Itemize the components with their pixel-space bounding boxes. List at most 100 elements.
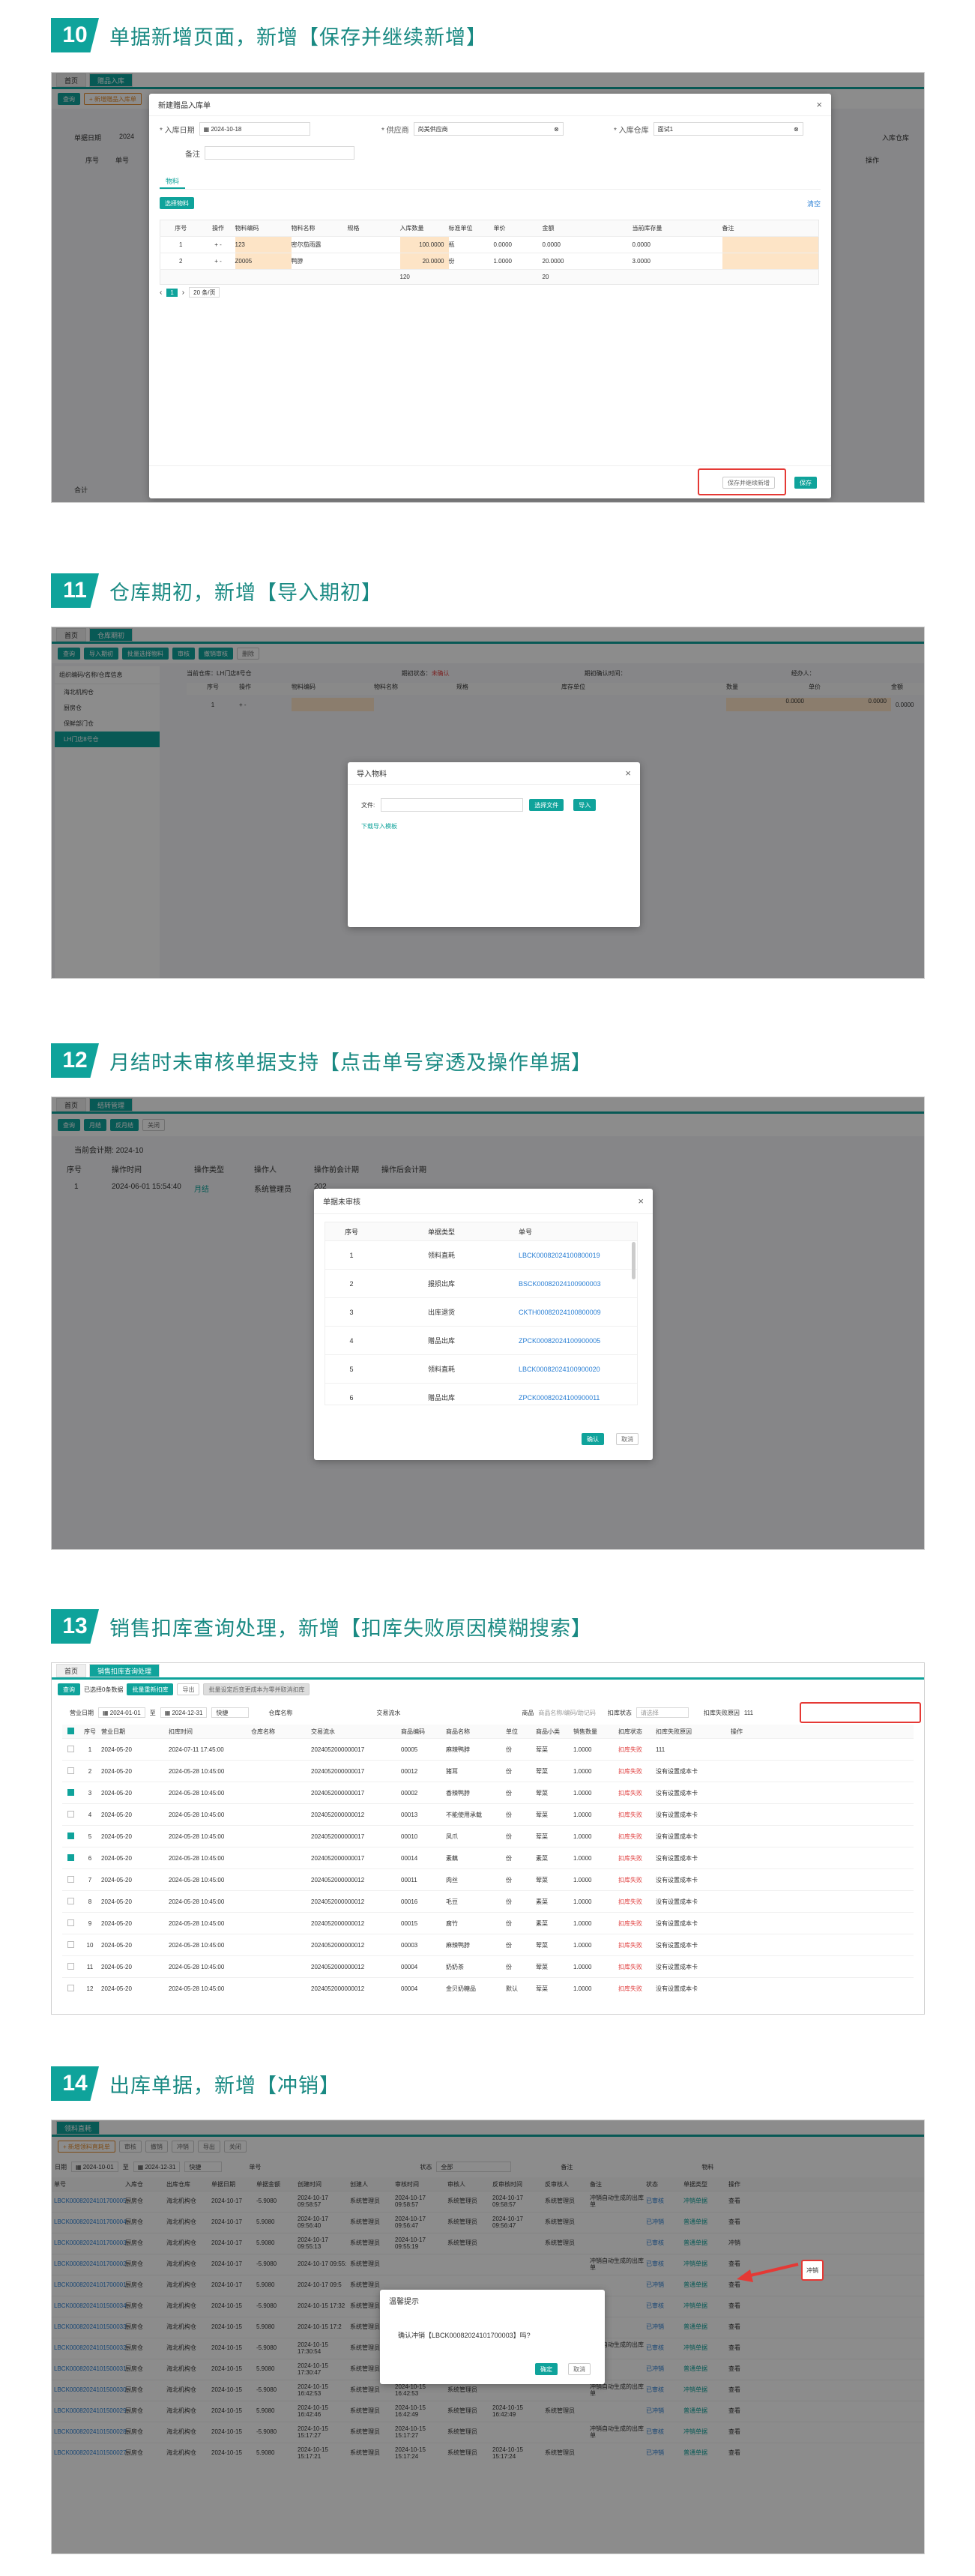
clear-icon[interactable]: ⊗	[794, 126, 799, 133]
cell: 1.0000	[573, 1811, 592, 1818]
query-button[interactable]: 查询	[58, 1683, 80, 1695]
cell: 3	[88, 1789, 92, 1797]
cell: 赠品出库	[427, 1394, 455, 1402]
date-field-group: * 入库日期 ▦ 2024-10-18	[160, 122, 310, 136]
row-checkbox[interactable]	[62, 1962, 79, 1971]
cell[interactable]: 100.0000	[399, 236, 449, 253]
cell[interactable]: 20.0000	[399, 253, 449, 270]
section-title: 销售扣库查询处理，新增【扣库失败原因模糊搜索】	[109, 1617, 592, 1641]
supplier-select[interactable]: 尚美供应商 ⊗	[413, 122, 564, 136]
row-checkbox[interactable]	[62, 1940, 79, 1949]
write-off-row-button[interactable]: 冲销	[801, 2260, 824, 2281]
row-checkbox[interactable]	[62, 1919, 79, 1928]
cell: 没有设置成本卡	[656, 1963, 698, 1970]
table-row: 9 2024-05-20 2024-05-28 10:45:00 2024052000…	[62, 1912, 914, 1934]
prev-page-icon[interactable]: ‹	[160, 289, 162, 297]
reason-input[interactable]: 111	[744, 1710, 797, 1716]
status-select[interactable]: 请选择	[636, 1707, 689, 1718]
row-checkbox[interactable]	[62, 1810, 79, 1819]
import-button[interactable]: 导入	[573, 799, 597, 811]
row-checkbox[interactable]	[62, 1853, 79, 1862]
cell: 2024-05-28 10:45:00	[169, 1985, 225, 1992]
tab-home[interactable]: 首页	[56, 1664, 87, 1677]
download-template-link[interactable]: 下载导入模板	[361, 822, 397, 830]
warehouse-select[interactable]: 面试1 ⊗	[653, 122, 803, 136]
close-icon[interactable]: ×	[638, 1195, 644, 1207]
supplier-label: * 供应商	[381, 126, 409, 135]
save-button[interactable]: 保存	[794, 477, 817, 489]
doc-no-link[interactable]: ZPCK00082024100900005	[505, 1337, 600, 1345]
remark-input[interactable]	[205, 146, 354, 160]
row-checkbox[interactable]	[62, 1897, 79, 1906]
calendar-icon: ▦	[164, 1709, 172, 1716]
cell: 荤菜	[536, 1789, 548, 1797]
cell: 奶奶茶	[446, 1963, 464, 1970]
date-from-input[interactable]: ▦ 2024-01-01	[98, 1707, 145, 1718]
row-checkbox[interactable]	[62, 1788, 79, 1797]
cell: 1.0000	[573, 1919, 592, 1927]
date-input[interactable]: ▦ 2024-10-18	[199, 122, 310, 136]
row-ops[interactable]: + -	[202, 253, 235, 270]
doc-no-link[interactable]: BSCK00082024100900003	[505, 1280, 601, 1288]
screenshot-13: 首页 销售扣库查询处理 查询 已选择0条数据 批量重新扣库 导出 批量设定后变更…	[51, 1662, 925, 2015]
cell: 2024052000000017	[311, 1833, 365, 1840]
row-checkbox[interactable]	[62, 1832, 79, 1841]
range-separator: 至	[149, 1709, 156, 1716]
clear-link[interactable]: 清空	[807, 199, 821, 208]
select-material-button[interactable]: 选择物料	[160, 197, 194, 209]
doc-no-link[interactable]: ZPCK00082024100900011	[505, 1394, 600, 1402]
close-icon[interactable]: ×	[625, 767, 631, 779]
new-gift-in-modal: 新建赠品入库单 × * 入库日期 ▦ 2024-10-18 * 供应商 尚美供应…	[149, 94, 831, 498]
table-row: 2 + - Z0005 鸭脖 20.0000 份 1.0000 20.0000 3.0000	[160, 253, 819, 270]
col-header: 单位	[506, 1728, 518, 1735]
row-checkbox[interactable]	[62, 1984, 79, 1993]
file-row: 文件: 选择文件 导入	[361, 798, 600, 812]
cell: 2024-05-28 10:45:00	[169, 1898, 225, 1905]
col-header: 物料编码	[235, 225, 259, 232]
cancel-button[interactable]: 取消	[568, 2363, 591, 2375]
row-ops[interactable]: + -	[202, 237, 235, 253]
page-size-select[interactable]: 20 条/页	[189, 287, 220, 298]
batch-zero-cost-button[interactable]: 批量设定后变更成本为零并取消扣库	[203, 1683, 310, 1695]
doc-no-link[interactable]: LBCK00082024100800019	[505, 1252, 600, 1259]
cell: 麻辣鸭脖	[446, 1941, 470, 1949]
modal-message: 确认冲销【LBCK00082024101700003】吗?	[398, 2332, 531, 2339]
item-input[interactable]: 商品名称/编码/助记码	[538, 1709, 595, 1717]
scrollbar[interactable]	[632, 1242, 636, 1279]
list-item: 1 领料直耗 LBCK00082024100800019	[325, 1240, 637, 1269]
row-checkbox[interactable]	[62, 1875, 79, 1884]
col-header: 序号	[344, 1228, 358, 1236]
export-button[interactable]: 导出	[177, 1683, 200, 1695]
doc-no-link[interactable]: LBCK00082024100900020	[505, 1366, 600, 1373]
subtab-material[interactable]: 物料	[160, 178, 186, 189]
batch-rededuct-button[interactable]: 批量重新扣库	[127, 1683, 174, 1695]
table-row: 5 2024-05-20 2024-05-28 10:45:00 2024052000…	[62, 1825, 914, 1847]
row-checkbox[interactable]	[62, 1767, 79, 1776]
file-label: 文件:	[361, 801, 375, 809]
cell: 素菜	[536, 1919, 548, 1927]
cell: 猪耳	[446, 1767, 458, 1775]
row-checkbox[interactable]	[62, 1745, 79, 1754]
choose-file-button[interactable]: 选择文件	[529, 799, 564, 811]
cancel-button[interactable]: 取消	[616, 1433, 639, 1445]
file-input[interactable]	[381, 798, 524, 812]
col-header: 销售数量	[573, 1728, 597, 1735]
clear-icon[interactable]: ⊗	[554, 126, 559, 133]
select-all-checkbox[interactable]	[62, 1727, 79, 1736]
section-header: 11 仓库期初，新增【导入期初】	[51, 573, 382, 608]
cell: 2024052000000017	[311, 1746, 365, 1753]
cell: 123	[235, 236, 292, 253]
shortcut-select[interactable]: 快捷	[211, 1707, 250, 1718]
cell: 2024052000000012	[311, 1919, 365, 1927]
tab-sales-deduct[interactable]: 销售扣库查询处理	[89, 1664, 160, 1677]
doc-no-link[interactable]: CKTH00082024100800009	[505, 1309, 601, 1316]
confirm-button[interactable]: 确认	[582, 1433, 604, 1445]
confirm-button[interactable]: 确定	[535, 2363, 558, 2375]
next-page-icon[interactable]: ›	[182, 289, 184, 297]
modal-header: 新建赠品入库单 ×	[149, 94, 831, 116]
page-number[interactable]: 1	[166, 288, 178, 297]
close-icon[interactable]: ×	[816, 99, 822, 110]
date-to-input[interactable]: ▦ 2024-12-31	[160, 1707, 208, 1718]
cell: 3	[349, 1308, 354, 1316]
modal-title: 新建赠品入库单	[158, 102, 211, 110]
